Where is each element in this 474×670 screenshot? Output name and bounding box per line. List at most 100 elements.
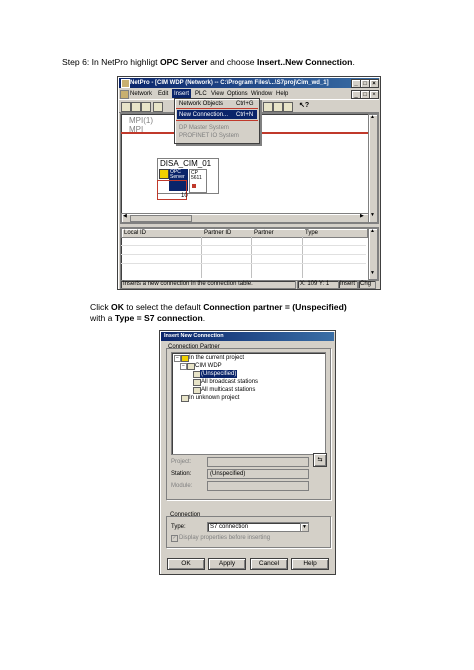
instr2-bold-partner: Connection partner = (Unspecified) xyxy=(203,302,347,312)
menu-window[interactable]: Window xyxy=(251,89,272,98)
status-chg: Chg xyxy=(358,280,376,289)
netpro-window: NetPro - [CIM WDP (Network) -- C:\Progra… xyxy=(117,76,381,290)
configure-icon[interactable] xyxy=(273,102,283,112)
connection-table[interactable]: Local ID Partner ID Partner Type ▲ ▼ xyxy=(120,227,379,281)
step6-bold-opc: OPC Server xyxy=(159,57,208,67)
multicast-icon xyxy=(193,387,201,394)
netpro-app-icon xyxy=(121,79,130,88)
shortcut-ctrl-g: Ctrl+G xyxy=(236,101,254,107)
tree-cim-wdp[interactable]: CIM WDP xyxy=(195,363,222,369)
display-properties-label: Display properties before inserting xyxy=(179,535,271,541)
hscroll-thumb[interactable] xyxy=(130,215,192,222)
print-icon[interactable] xyxy=(153,102,163,112)
col-partner-id[interactable]: Partner ID xyxy=(204,230,231,236)
scroll-left-icon[interactable]: ◀ xyxy=(123,214,127,219)
instruction2-line2: with a Type = S7 connection. xyxy=(90,313,205,323)
tree-current-project[interactable]: In the current project xyxy=(189,355,244,361)
netpro-menubar: Network Edit Insert PLC View Options Win… xyxy=(119,89,379,99)
instr2-line2-prefix: with a xyxy=(90,313,115,323)
tree-unknown-project[interactable]: In unknown project xyxy=(189,395,239,401)
step6-suffix: . xyxy=(352,57,355,67)
group-partner-frame: − In the current project − CIM WDP (Unsp… xyxy=(166,348,331,500)
menu-view[interactable]: View xyxy=(211,89,224,98)
slot-number: 10 xyxy=(181,193,188,199)
col-divider-1 xyxy=(201,236,202,278)
cim-station-icon xyxy=(187,363,195,370)
ok-button[interactable]: OK xyxy=(167,558,205,570)
row-line-1 xyxy=(121,245,366,246)
apply-button[interactable]: Apply xyxy=(208,558,246,570)
row-line-3 xyxy=(121,263,366,264)
instr2-bold-type: Type = S7 connection xyxy=(114,313,203,323)
step6-text: Step 6: In NetPro highligt xyxy=(62,57,160,67)
menu-help[interactable]: Help xyxy=(276,89,288,98)
catalog-icon[interactable] xyxy=(283,102,293,112)
menu-new-connection[interactable]: New Connection... xyxy=(179,112,228,118)
menu-edit[interactable]: Edit xyxy=(158,89,168,98)
help-button[interactable]: Help xyxy=(291,558,329,570)
scroll-up-icon[interactable]: ▲ xyxy=(369,115,376,122)
netpro-title: NetPro - [CIM WDP (Network) -- C:\Progra… xyxy=(130,80,329,86)
doc-close-button[interactable]: × xyxy=(369,90,379,99)
browse-icon[interactable]: ⇆ xyxy=(313,453,327,467)
table-vscrollbar[interactable]: ▲ ▼ xyxy=(368,228,378,280)
cancel-button[interactable]: Cancel xyxy=(250,558,288,570)
status-message: Inserts a new connection in the connecti… xyxy=(120,280,296,289)
instr2-line2-suffix: . xyxy=(202,313,206,323)
broadcast-icon xyxy=(193,379,201,386)
partner-tree[interactable]: − In the current project − CIM WDP (Unsp… xyxy=(171,352,326,455)
tree-multicast[interactable]: All multicast stations xyxy=(201,387,255,393)
menu-plc[interactable]: PLC xyxy=(195,89,207,98)
insert-dropdown: Network Objects Ctrl+G New Connection...… xyxy=(174,98,260,144)
save-compile-icon[interactable] xyxy=(141,102,151,112)
instruction2-line1: Click OK to select the default Connectio… xyxy=(90,302,347,312)
menu-options[interactable]: Options xyxy=(227,89,248,98)
scroll-right-icon[interactable]: ▶ xyxy=(360,214,364,219)
col-partner[interactable]: Partner xyxy=(254,230,274,236)
network-label-mpi: MPI xyxy=(129,125,144,134)
table-scroll-up-icon[interactable]: ▲ xyxy=(369,229,376,234)
display-properties-checkbox[interactable]: ✓ xyxy=(171,535,178,542)
type-label: Type: xyxy=(171,524,186,530)
type-select[interactable]: S7 connection ▼ xyxy=(207,522,309,532)
menu-profinet: PROFINET IO System xyxy=(179,133,239,139)
station-label: Station: xyxy=(171,471,192,477)
tree-broadcast[interactable]: All broadcast stations xyxy=(201,379,258,385)
type-value: S7 connection xyxy=(210,524,249,530)
tree-unspecified[interactable]: (Unspecified) xyxy=(200,370,238,378)
scroll-down-icon[interactable]: ▼ xyxy=(369,213,376,220)
network-label-mpi1: MPI(1) xyxy=(129,116,153,125)
station-icon xyxy=(159,169,169,179)
project-field xyxy=(207,457,309,467)
help-pointer-icon[interactable]: ↖? xyxy=(299,102,309,110)
cp-module[interactable]: CP 5611 xyxy=(189,169,207,193)
module-field xyxy=(207,481,309,491)
netpro-titlebar[interactable]: NetPro - [CIM WDP (Network) -- C:\Progra… xyxy=(119,78,379,88)
download-icon[interactable] xyxy=(263,102,273,112)
station-value: (Unspecified) xyxy=(210,471,246,477)
close-button[interactable]: × xyxy=(369,79,379,88)
tree-expand-icon[interactable]: − xyxy=(174,355,181,362)
instr2-bold-ok: OK xyxy=(111,302,124,312)
menu-insert[interactable]: Insert xyxy=(172,89,192,98)
menu-network[interactable]: Network xyxy=(130,89,152,98)
cp-type-label: 5611 xyxy=(191,175,202,181)
network-vscrollbar[interactable]: ▲ ▼ xyxy=(368,114,378,223)
col-divider-2 xyxy=(251,236,252,278)
col-divider-3 xyxy=(302,236,303,278)
menu-network-objects[interactable]: Network Objects xyxy=(179,101,223,107)
station-field: (Unspecified) xyxy=(207,469,309,479)
status-bar: Inserts a new connection in the connecti… xyxy=(119,280,379,289)
new-icon[interactable] xyxy=(121,102,131,112)
col-local-id[interactable]: Local ID xyxy=(124,230,146,236)
status-insert: Insert xyxy=(338,280,358,289)
tree-expand-cim-icon[interactable]: − xyxy=(180,363,187,370)
dialog-titlebar[interactable]: Insert New Connection xyxy=(161,332,334,341)
col-type[interactable]: Type xyxy=(305,230,318,236)
save-icon[interactable] xyxy=(131,102,141,112)
chevron-down-icon[interactable]: ▼ xyxy=(300,523,309,532)
project-label: Project: xyxy=(171,459,192,465)
step6-text-mid: and choose xyxy=(207,57,257,67)
table-scroll-down-icon[interactable]: ▼ xyxy=(369,271,376,276)
network-hscrollbar[interactable]: ◀ ▶ xyxy=(121,213,369,223)
